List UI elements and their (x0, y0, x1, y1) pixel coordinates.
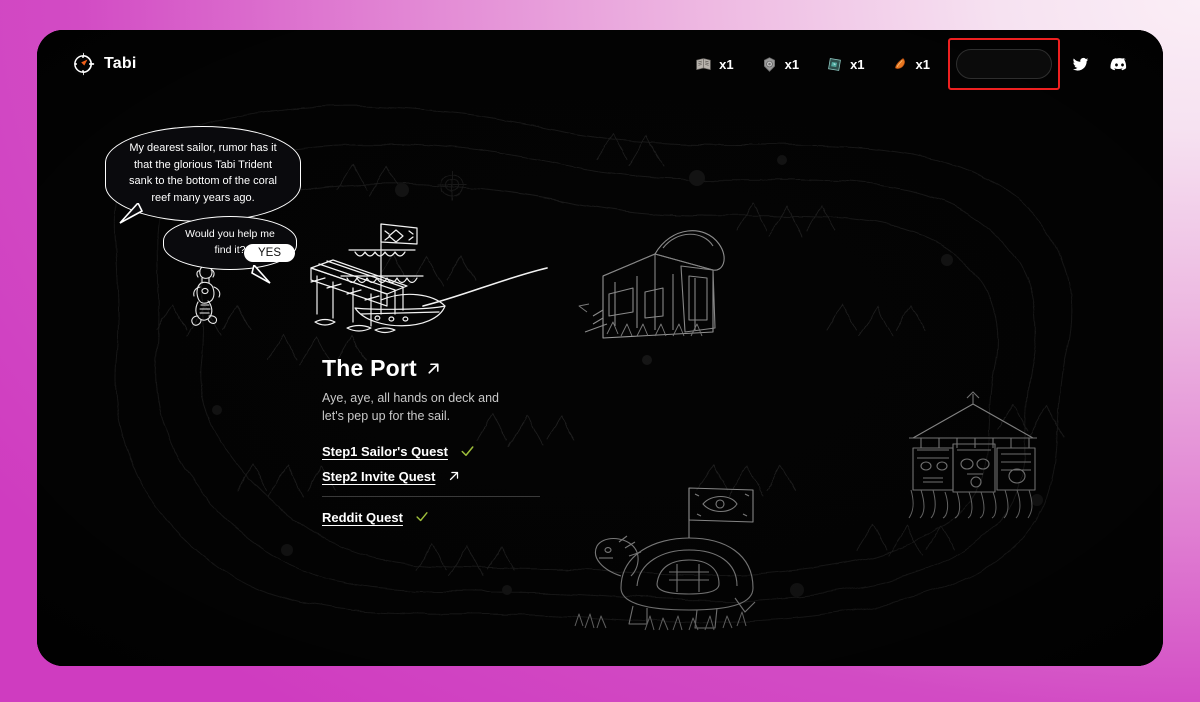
inventory-item-flame[interactable]: x1 (892, 56, 930, 73)
compass-icon (71, 52, 95, 76)
brand-logo-group[interactable]: Tabi (71, 52, 137, 76)
quest-link-reddit[interactable]: Reddit Quest (322, 510, 403, 525)
quest-row[interactable]: Step1 Sailor's Quest (322, 444, 572, 459)
social-links (1072, 55, 1129, 74)
quest-row[interactable]: Step2 Invite Quest (322, 469, 572, 484)
page-title: The Port (322, 355, 417, 381)
quest-divider (322, 495, 540, 497)
speech-bubble-primary: My dearest sailor, rumor has it that the… (105, 126, 301, 224)
quest-link-step1[interactable]: Step1 Sailor's Quest (322, 444, 448, 459)
inventory-count: x1 (784, 56, 800, 72)
yes-button[interactable]: YES (244, 244, 296, 262)
speech-bubble-tail-icon (251, 264, 271, 284)
check-icon (416, 512, 428, 522)
inventory-count: x1 (915, 56, 930, 72)
dialogue-group: My dearest sailor, rumor has it that the… (97, 126, 367, 284)
speech-bubble-primary-text: My dearest sailor, rumor has it that the… (129, 142, 277, 205)
inventory-item-card[interactable]: x1 (826, 56, 865, 73)
top-navigation-bar: Tabi x1 x1 x1 x1 (37, 30, 1163, 98)
discord-link[interactable] (1110, 55, 1129, 74)
book-item-icon (696, 57, 711, 70)
port-info-panel: The Port Aye, aye, all hands on deck and… (322, 355, 572, 535)
inventory-count: x1 (850, 56, 865, 72)
port-description: Aye, aye, all hands on deck and let's pe… (322, 391, 499, 423)
twitter-icon (1072, 57, 1089, 71)
inventory-item-medallion[interactable]: x1 (761, 56, 799, 73)
connect-wallet-area (948, 38, 1060, 90)
port-title-row[interactable]: The Port (322, 355, 572, 382)
brand-name: Tabi (104, 55, 137, 72)
discord-icon (1110, 57, 1127, 70)
flame-feather-item-icon (894, 57, 905, 69)
quest-list: Step1 Sailor's Quest Step2 Invite Quest … (322, 444, 572, 525)
gem-medallion-item-icon (763, 56, 775, 72)
quest-row[interactable]: Reddit Quest (322, 510, 572, 525)
inventory-item-book[interactable]: x1 (695, 56, 734, 73)
app-window: Tabi x1 x1 x1 x1 My dearest sailor, rumo… (37, 30, 1163, 666)
quest-link-step2[interactable]: Step2 Invite Quest (322, 469, 435, 484)
card-item-icon (828, 57, 841, 71)
connect-wallet-button[interactable] (956, 49, 1052, 79)
inventory-count: x1 (719, 56, 734, 72)
speech-bubble-tail-icon (119, 202, 144, 224)
external-arrow-icon (428, 363, 439, 374)
check-icon (461, 445, 474, 456)
twitter-link[interactable] (1072, 56, 1089, 73)
inventory-bar: x1 x1 x1 x1 (695, 56, 930, 73)
external-arrow-icon (450, 471, 459, 481)
